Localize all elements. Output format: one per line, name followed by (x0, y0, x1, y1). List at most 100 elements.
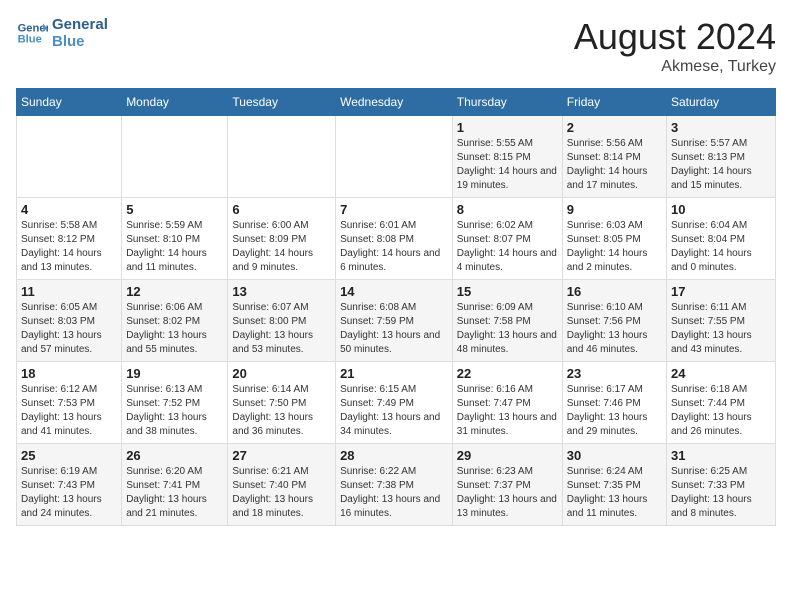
calendar-cell (17, 116, 122, 198)
calendar-cell: 13Sunrise: 6:07 AMSunset: 8:00 PMDayligh… (228, 280, 336, 362)
calendar-table: SundayMondayTuesdayWednesdayThursdayFrid… (16, 88, 776, 526)
calendar-cell: 29Sunrise: 6:23 AMSunset: 7:37 PMDayligh… (452, 444, 562, 526)
day-number: 1 (457, 120, 558, 135)
calendar-cell: 2Sunrise: 5:56 AMSunset: 8:14 PMDaylight… (562, 116, 666, 198)
day-number: 21 (340, 366, 448, 381)
day-info: Sunrise: 6:09 AMSunset: 7:58 PMDaylight:… (457, 301, 558, 357)
day-info: Sunrise: 5:57 AMSunset: 8:13 PMDaylight:… (671, 137, 771, 193)
day-number: 20 (232, 366, 331, 381)
calendar-cell: 5 Sunrise: 5:59 AMSunset: 8:10 PMDaylight… (122, 198, 228, 280)
day-number: 18 (21, 366, 117, 381)
calendar-cell: 25 Sunrise: 6:19 AMSunset: 7:43 PMDayligh… (17, 444, 122, 526)
calendar-cell: 17 Sunrise: 6:11 AMSunset: 7:55 PMDayligh… (667, 280, 776, 362)
day-info: Sunrise: 6:14 AMSunset: 7:50 PMDaylight:… (232, 383, 331, 439)
calendar-cell: 9 Sunrise: 6:03 AMSunset: 8:05 PMDaylight… (562, 198, 666, 280)
day-info: Sunrise: 6:24 AMSunset: 7:35 PMDaylight:… (567, 465, 662, 521)
day-info: Sunrise: 6:10 AMSunset: 7:56 PMDaylight:… (567, 301, 662, 357)
day-info: Sunrise: 6:08 AMSunset: 7:59 PMDaylight:… (340, 301, 448, 357)
day-number: 12 (126, 284, 223, 299)
day-number: 27 (232, 448, 331, 463)
day-info: Sunrise: 6:05 AMSunset: 8:03 PMDaylight:… (21, 301, 117, 357)
day-number: 19 (126, 366, 223, 381)
day-number: 15 (457, 284, 558, 299)
weekday-header-sunday: Sunday (17, 89, 122, 116)
day-number: 3 (671, 120, 771, 135)
calendar-cell: 12 Sunrise: 6:06 AMSunset: 8:02 PMDayligh… (122, 280, 228, 362)
day-info: Sunrise: 6:21 AMSunset: 7:40 PMDaylight:… (232, 465, 331, 521)
day-info: Sunrise: 6:17 AMSunset: 7:46 PMDaylight:… (567, 383, 662, 439)
calendar-cell (122, 116, 228, 198)
calendar-cell: 22Sunrise: 6:16 AMSunset: 7:47 PMDayligh… (452, 362, 562, 444)
calendar-week-row: 25 Sunrise: 6:19 AMSunset: 7:43 PMDayligh… (17, 444, 776, 526)
day-number: 26 (126, 448, 223, 463)
calendar-cell: 1Sunrise: 5:55 AMSunset: 8:15 PMDaylight… (452, 116, 562, 198)
calendar-cell: 18 Sunrise: 6:12 AMSunset: 7:53 PMDayligh… (17, 362, 122, 444)
weekday-header-friday: Friday (562, 89, 666, 116)
day-info: Sunrise: 6:25 AMSunset: 7:33 PMDaylight:… (671, 465, 771, 521)
location-subtitle: Akmese, Turkey (574, 58, 776, 76)
svg-text:Blue: Blue (18, 34, 42, 46)
day-number: 8 (457, 202, 558, 217)
calendar-cell: 14 Sunrise: 6:08 AMSunset: 7:59 PMDayligh… (336, 280, 453, 362)
day-number: 17 (671, 284, 771, 299)
day-number: 31 (671, 448, 771, 463)
calendar-cell: 3 Sunrise: 5:57 AMSunset: 8:13 PMDaylight… (667, 116, 776, 198)
day-info: Sunrise: 6:00 AMSunset: 8:09 PMDaylight:… (232, 219, 331, 275)
logo-blue: Blue (52, 33, 108, 50)
calendar-cell: 19 Sunrise: 6:13 AMSunset: 7:52 PMDayligh… (122, 362, 228, 444)
day-info: Sunrise: 6:04 AMSunset: 8:04 PMDaylight:… (671, 219, 771, 275)
calendar-cell: 31 Sunrise: 6:25 AMSunset: 7:33 PMDayligh… (667, 444, 776, 526)
day-number: 28 (340, 448, 448, 463)
day-number: 25 (21, 448, 117, 463)
day-info: Sunrise: 6:01 AMSunset: 8:08 PMDaylight:… (340, 219, 448, 275)
calendar-cell (228, 116, 336, 198)
day-number: 22 (457, 366, 558, 381)
day-info: Sunrise: 6:13 AMSunset: 7:52 PMDaylight:… (126, 383, 223, 439)
day-number: 11 (21, 284, 117, 299)
calendar-cell: 20 Sunrise: 6:14 AMSunset: 7:50 PMDayligh… (228, 362, 336, 444)
day-number: 24 (671, 366, 771, 381)
calendar-week-row: 4Sunrise: 5:58 AMSunset: 8:12 PMDaylight… (17, 198, 776, 280)
month-year-title: August 2024 (574, 16, 776, 58)
day-info: Sunrise: 6:18 AMSunset: 7:44 PMDaylight:… (671, 383, 771, 439)
day-info: Sunrise: 6:22 AMSunset: 7:38 PMDaylight:… (340, 465, 448, 521)
calendar-cell: 11 Sunrise: 6:05 AMSunset: 8:03 PMDayligh… (17, 280, 122, 362)
calendar-cell (336, 116, 453, 198)
calendar-cell: 26 Sunrise: 6:20 AMSunset: 7:41 PMDayligh… (122, 444, 228, 526)
day-info: Sunrise: 6:06 AMSunset: 8:02 PMDaylight:… (126, 301, 223, 357)
calendar-cell: 30 Sunrise: 6:24 AMSunset: 7:35 PMDayligh… (562, 444, 666, 526)
calendar-cell: 15 Sunrise: 6:09 AMSunset: 7:58 PMDayligh… (452, 280, 562, 362)
day-number: 30 (567, 448, 662, 463)
day-number: 7 (340, 202, 448, 217)
day-info: Sunrise: 6:20 AMSunset: 7:41 PMDaylight:… (126, 465, 223, 521)
calendar-cell: 28 Sunrise: 6:22 AMSunset: 7:38 PMDayligh… (336, 444, 453, 526)
calendar-cell: 21Sunrise: 6:15 AMSunset: 7:49 PMDayligh… (336, 362, 453, 444)
weekday-header-wednesday: Wednesday (336, 89, 453, 116)
day-info: Sunrise: 6:11 AMSunset: 7:55 PMDaylight:… (671, 301, 771, 357)
day-info: Sunrise: 6:23 AMSunset: 7:37 PMDaylight:… (457, 465, 558, 521)
day-number: 10 (671, 202, 771, 217)
calendar-cell: 23 Sunrise: 6:17 AMSunset: 7:46 PMDayligh… (562, 362, 666, 444)
calendar-header-row: SundayMondayTuesdayWednesdayThursdayFrid… (17, 89, 776, 116)
logo: General Blue General Blue (16, 16, 108, 50)
calendar-cell: 24 Sunrise: 6:18 AMSunset: 7:44 PMDayligh… (667, 362, 776, 444)
weekday-header-thursday: Thursday (452, 89, 562, 116)
day-number: 23 (567, 366, 662, 381)
day-number: 14 (340, 284, 448, 299)
day-info: Sunrise: 5:59 AMSunset: 8:10 PMDaylight:… (126, 219, 223, 275)
calendar-cell: 6 Sunrise: 6:00 AMSunset: 8:09 PMDaylight… (228, 198, 336, 280)
day-number: 9 (567, 202, 662, 217)
day-number: 2 (567, 120, 662, 135)
day-info: Sunrise: 6:19 AMSunset: 7:43 PMDaylight:… (21, 465, 117, 521)
calendar-cell: 8 Sunrise: 6:02 AMSunset: 8:07 PMDaylight… (452, 198, 562, 280)
day-info: Sunrise: 6:02 AMSunset: 8:07 PMDaylight:… (457, 219, 558, 275)
day-info: Sunrise: 6:03 AMSunset: 8:05 PMDaylight:… (567, 219, 662, 275)
day-number: 6 (232, 202, 331, 217)
day-info: Sunrise: 6:12 AMSunset: 7:53 PMDaylight:… (21, 383, 117, 439)
logo-icon: General Blue (16, 17, 48, 49)
day-number: 5 (126, 202, 223, 217)
calendar-cell: 16 Sunrise: 6:10 AMSunset: 7:56 PMDayligh… (562, 280, 666, 362)
day-number: 16 (567, 284, 662, 299)
calendar-cell: 10 Sunrise: 6:04 AMSunset: 8:04 PMDayligh… (667, 198, 776, 280)
calendar-cell: 7 Sunrise: 6:01 AMSunset: 8:08 PMDaylight… (336, 198, 453, 280)
